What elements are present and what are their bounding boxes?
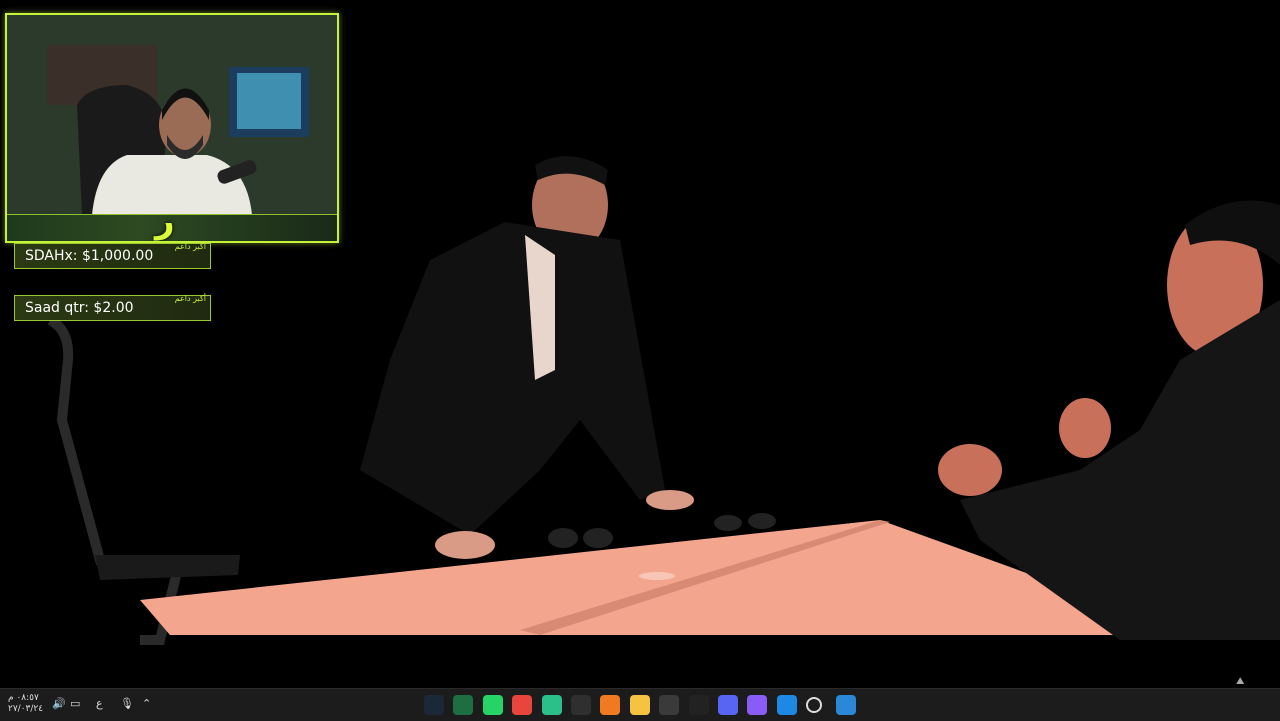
top-donor-badge-1: SDAHx: $1,000.00 أكبر داعم: [14, 242, 211, 269]
discord-alt-icon[interactable]: [571, 695, 591, 715]
donor-tag: أكبر داعم: [174, 242, 206, 251]
microphone-icon[interactable]: 🎙: [120, 697, 134, 710]
clock-date: ٢٧/٠٣/٢٤: [8, 704, 44, 714]
watermark-icon: ⛰: [1236, 676, 1245, 687]
obs-icon[interactable]: [659, 695, 680, 715]
webcam-overlay: ر: [5, 13, 339, 243]
video-frame: ر SDAHx: $1,000.00 أكبر داعم Saad qtr: $…: [0, 0, 1280, 688]
taskbar: ٠٨:٥٧ م ٢٧/٠٣/٢٤ 🔊 ▭ ع 🎙 ⌃: [0, 688, 1280, 721]
discord-icon[interactable]: [718, 695, 738, 715]
copilot-icon[interactable]: [747, 695, 768, 715]
channel-logo: ر: [155, 201, 175, 241]
top-donor-badge-2: Saad qtr: $2.00 أكبر داعم: [14, 294, 211, 321]
file-explorer-icon[interactable]: [629, 695, 650, 715]
excel-icon[interactable]: [453, 695, 474, 715]
chevron-up-icon[interactable]: ⌃: [142, 697, 151, 710]
language-indicator[interactable]: ع: [96, 697, 103, 710]
donor-text: SDAHx: $1,000.00: [25, 248, 154, 264]
system-clock[interactable]: ٠٨:٥٧ م ٢٧/٠٣/٢٤: [8, 693, 43, 715]
search-icon[interactable]: [806, 697, 823, 713]
steam-icon[interactable]: [424, 695, 444, 715]
app-orange-icon[interactable]: [600, 695, 621, 715]
network-icon[interactable]: ▭: [70, 697, 80, 710]
chrome-icon[interactable]: [512, 695, 533, 715]
volume-icon[interactable]: 🔊: [52, 697, 66, 710]
app-green-icon[interactable]: [541, 695, 562, 715]
clock-time: ٠٨:٥٧ م: [8, 693, 39, 703]
whatsapp-icon[interactable]: [482, 695, 503, 715]
edge-icon[interactable]: [776, 695, 797, 715]
donor-tag: أكبر داعم: [174, 294, 206, 303]
donor-text: Saad qtr: $2.00: [25, 300, 134, 316]
g-app-icon[interactable]: [688, 695, 709, 715]
windows-start-icon[interactable]: [835, 695, 856, 715]
